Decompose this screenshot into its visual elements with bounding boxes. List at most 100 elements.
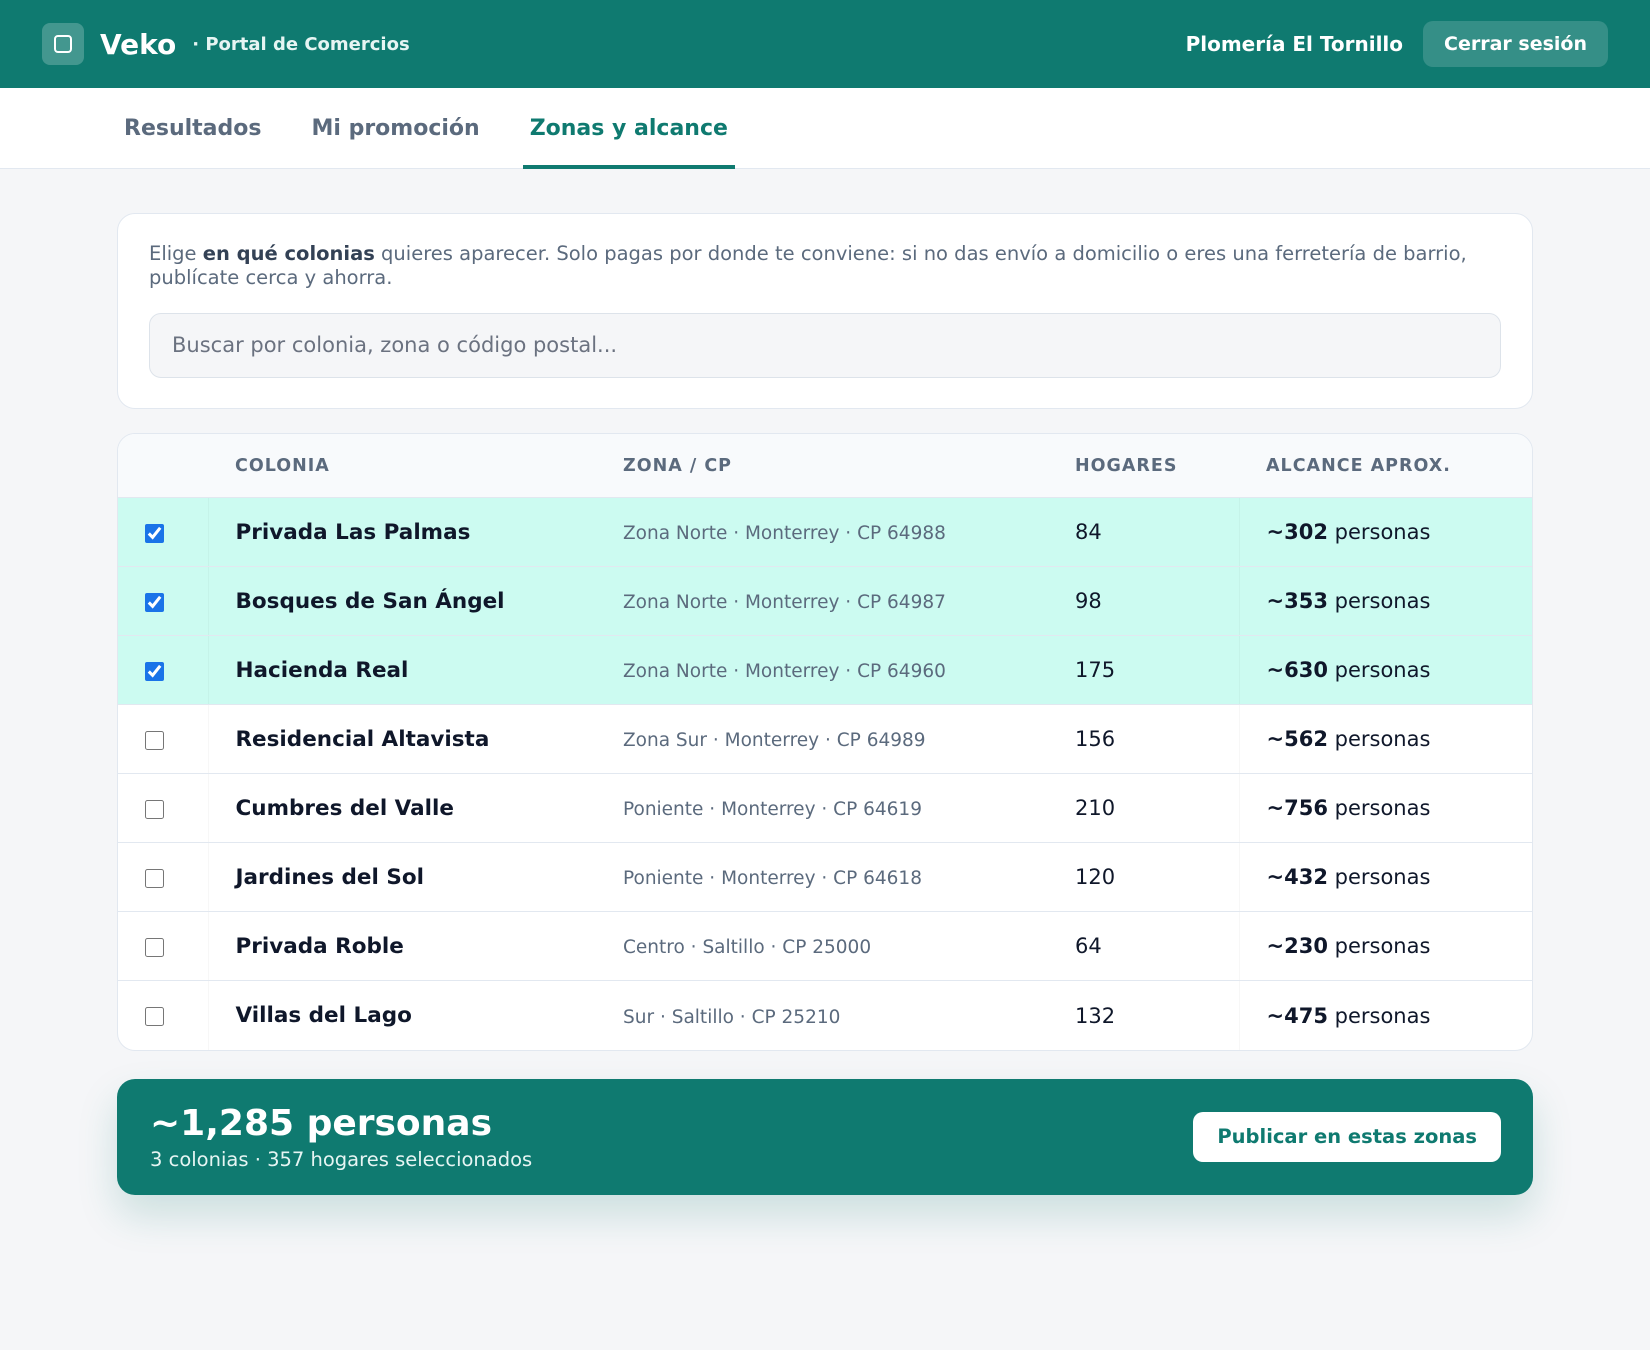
row-checkbox[interactable] — [145, 799, 164, 819]
header-select — [118, 433, 208, 499]
colonia-name: Hacienda Real — [235, 657, 409, 683]
zona-cp: Centro · Saltillo · CP 25000 — [623, 937, 872, 959]
business-name: Plomería El Tornillo — [1185, 32, 1404, 56]
zona-cp: Zona Norte · Monterrey · CP 64988 — [623, 523, 946, 545]
table-row[interactable]: Hacienda Real Zona Norte · Monterrey · CP… — [118, 635, 1532, 706]
table-row[interactable]: Privada Las Palmas Zona Norte · Monterrey… — [118, 497, 1532, 568]
row-colonia-cell: Bosques de San Ángel — [208, 566, 596, 637]
header-zona: ZONA / CP — [596, 433, 1048, 499]
tab-mi-promocion[interactable]: Mi promoción — [304, 88, 486, 168]
hogares-count: 64 — [1075, 934, 1102, 959]
header-right: Plomería El Tornillo Cerrar sesión — [1186, 21, 1608, 67]
hogares-count: 210 — [1075, 796, 1116, 821]
intro-text: Elige en qué colonias quieres aparecer. … — [149, 242, 1501, 291]
row-checkbox[interactable] — [145, 523, 164, 543]
row-select-cell — [118, 704, 208, 775]
summary-details: 3 colonias · 357 hogares seleccionados — [150, 1147, 533, 1171]
alcance-value: ~475 — [1266, 1003, 1328, 1028]
logout-button[interactable]: Cerrar sesión — [1423, 21, 1608, 67]
alcance-value: ~630 — [1266, 658, 1328, 683]
row-colonia-cell: Privada Las Palmas — [208, 497, 596, 568]
intro-card: Elige en qué colonias quieres aparecer. … — [117, 213, 1533, 409]
zona-cp: Zona Norte · Monterrey · CP 64987 — [623, 592, 946, 614]
table-row[interactable]: Villas del Lago Sur · Saltillo · CP 25210… — [118, 981, 1532, 1050]
row-zona-cell: Zona Norte · Monterrey · CP 64988 — [596, 497, 1048, 568]
row-colonia-cell: Jardines del Sol — [208, 842, 596, 913]
tab-zonas-y-alcance[interactable]: Zonas y alcance — [522, 88, 736, 169]
row-colonia-cell: Cumbres del Valle — [208, 773, 596, 844]
zona-cp: Poniente · Monterrey · CP 64619 — [623, 799, 922, 821]
selection-summary: ~1,285 personas 3 colonias · 357 hogares… — [117, 1078, 1533, 1195]
row-select-cell — [118, 773, 208, 844]
colonia-name: Privada Las Palmas — [235, 519, 471, 545]
colonia-name: Bosques de San Ángel — [235, 588, 505, 614]
row-zona-cell: Zona Norte · Monterrey · CP 64987 — [596, 566, 1048, 637]
table-header-row: COLONIA ZONA / CP HOGARES ALCANCE APROX. — [118, 433, 1532, 499]
zona-cp: Zona Sur · Monterrey · CP 64989 — [623, 730, 926, 752]
row-checkbox[interactable] — [145, 661, 164, 681]
table-row[interactable]: Cumbres del Valle Poniente · Monterrey · … — [118, 773, 1532, 844]
row-select-cell — [118, 497, 208, 568]
table-row[interactable]: Residencial Altavista Zona Sur · Monterre… — [118, 704, 1532, 775]
row-hogares-cell: 210 — [1048, 773, 1239, 844]
table-row[interactable]: Jardines del Sol Poniente · Monterrey · C… — [118, 842, 1532, 913]
colonias-table-card: COLONIA ZONA / CP HOGARES ALCANCE APROX.… — [117, 432, 1533, 1051]
row-zona-cell: Zona Sur · Monterrey · CP 64989 — [596, 704, 1048, 775]
colonia-name: Privada Roble — [235, 933, 404, 959]
row-hogares-cell: 175 — [1048, 635, 1239, 706]
row-hogares-cell: 84 — [1048, 497, 1239, 568]
hogares-count: 84 — [1075, 520, 1102, 545]
intro-text-start: Elige — [149, 242, 203, 265]
brand-subtitle: · Portal de Comercios — [192, 33, 410, 55]
row-alcance-cell: ~630 personas — [1239, 635, 1532, 706]
row-alcance-cell: ~302 personas — [1239, 497, 1532, 568]
header-colonia: COLONIA — [208, 433, 596, 499]
row-checkbox[interactable] — [145, 1007, 164, 1026]
table-row[interactable]: Privada Roble Centro · Saltillo · CP 2500… — [118, 911, 1532, 982]
colonia-name: Cumbres del Valle — [235, 795, 454, 821]
summary-total-reach: ~1,285 personas — [150, 1102, 493, 1144]
alcance-value: ~432 — [1266, 865, 1328, 890]
row-checkbox[interactable] — [145, 730, 164, 750]
alcance-unit: personas — [1334, 727, 1431, 752]
row-zona-cell: Centro · Saltillo · CP 25000 — [596, 911, 1048, 982]
colonias-table: COLONIA ZONA / CP HOGARES ALCANCE APROX.… — [118, 433, 1532, 1050]
row-checkbox[interactable] — [145, 592, 164, 612]
row-zona-cell: Poniente · Monterrey · CP 64618 — [596, 842, 1048, 913]
row-colonia-cell: Residencial Altavista — [208, 704, 596, 775]
row-select-cell — [118, 842, 208, 913]
top-header: Veko · Portal de Comercios Plomería El T… — [0, 0, 1650, 88]
row-colonia-cell: Hacienda Real — [208, 635, 596, 706]
alcance-unit: personas — [1334, 658, 1431, 683]
zona-cp: Sur · Saltillo · CP 25210 — [623, 1006, 841, 1028]
row-zona-cell: Poniente · Monterrey · CP 64619 — [596, 773, 1048, 844]
row-colonia-cell: Privada Roble — [208, 911, 596, 982]
header-hogares: HOGARES — [1048, 433, 1239, 499]
row-alcance-cell: ~432 personas — [1239, 842, 1532, 913]
hogares-count: 175 — [1075, 658, 1116, 683]
row-select-cell — [118, 635, 208, 706]
hogares-count: 156 — [1075, 727, 1116, 752]
row-checkbox[interactable] — [145, 937, 164, 957]
row-select-cell — [118, 981, 208, 1050]
row-zona-cell: Zona Norte · Monterrey · CP 64960 — [596, 635, 1048, 706]
tab-resultados[interactable]: Resultados — [117, 88, 268, 168]
alcance-value: ~353 — [1266, 589, 1328, 614]
main-content: Elige en qué colonias quieres aparecer. … — [0, 213, 1650, 1195]
brand: Veko · Portal de Comercios — [42, 23, 410, 65]
tab-bar: Resultados Mi promoción Zonas y alcance — [0, 88, 1650, 169]
publish-button[interactable]: Publicar en estas zonas — [1193, 1111, 1501, 1162]
row-hogares-cell: 120 — [1048, 842, 1239, 913]
alcance-unit: personas — [1334, 796, 1431, 821]
row-alcance-cell: ~562 personas — [1239, 704, 1532, 775]
header-alcance: ALCANCE APROX. — [1239, 433, 1532, 499]
alcance-value: ~562 — [1266, 727, 1328, 752]
intro-text-bold: en qué colonias — [202, 242, 375, 265]
alcance-unit: personas — [1334, 520, 1431, 545]
table-row[interactable]: Bosques de San Ángel Zona Norte · Monterr… — [118, 566, 1532, 637]
search-input[interactable] — [149, 312, 1501, 378]
colonia-name: Jardines del Sol — [235, 864, 425, 890]
colonia-name: Residencial Altavista — [235, 726, 490, 752]
row-hogares-cell: 156 — [1048, 704, 1239, 775]
row-checkbox[interactable] — [145, 868, 164, 888]
